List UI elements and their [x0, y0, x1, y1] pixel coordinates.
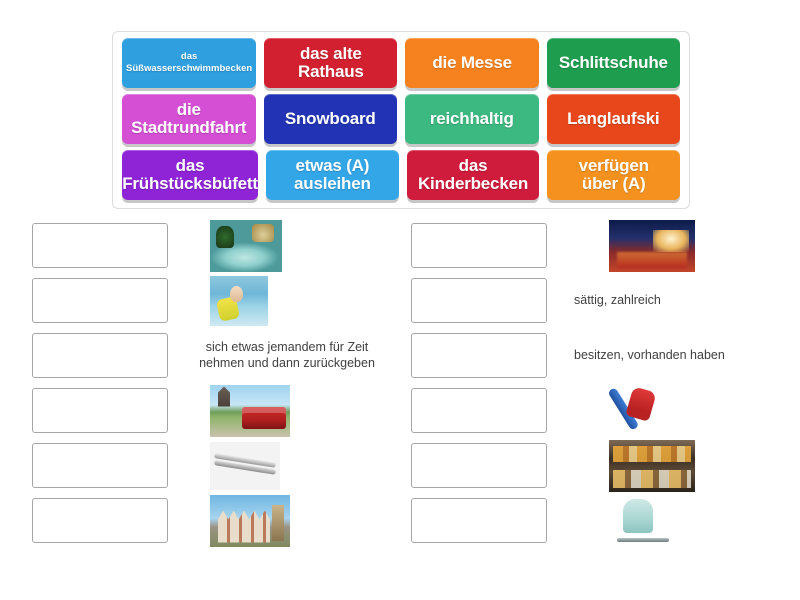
word-tile[interactable]: das alte Rathaus: [264, 38, 398, 88]
word-bank-row: das Süßwasserschwimmbecken das alte Rathaus…: [118, 38, 684, 90]
answer-row: [400, 218, 800, 273]
word-tile[interactable]: reichhaltig: [405, 94, 539, 144]
word-tile[interactable]: Schlittschuhe: [546, 38, 680, 88]
sightseeing-bus-photo: [210, 384, 290, 437]
clue-cell: sich etwas jemandem für Zeit nehmen und d…: [168, 328, 400, 383]
drop-target-box[interactable]: [32, 498, 168, 543]
clue-cell: [547, 493, 800, 548]
clue-cell: besitzen, vorhanden haben: [547, 328, 800, 383]
cross-country-skis-photo: [210, 441, 280, 490]
ice-skate-photo: [609, 494, 679, 547]
trade-fair-at-night-photo: [609, 219, 695, 272]
answer-row: [400, 493, 800, 548]
clue-cell: [168, 273, 400, 328]
drop-target-box[interactable]: [411, 278, 547, 323]
answer-column-left: sich etwas jemandem für Zeit nehmen und d…: [0, 218, 400, 568]
answer-row: besitzen, vorhanden haben: [400, 328, 800, 383]
word-tile[interactable]: die Stadtrundfahrt: [122, 94, 256, 144]
clue-text: sättig, zahlreich: [574, 292, 661, 307]
clue-cell: [168, 438, 400, 493]
clue-text: besitzen, vorhanden haben: [574, 347, 725, 362]
word-tile[interactable]: Langlaufski: [546, 94, 680, 144]
clue-cell: [547, 382, 800, 439]
answer-row: [0, 493, 400, 548]
drop-target-box[interactable]: [411, 223, 547, 268]
word-tile[interactable]: das Süßwasserschwimmbecken: [122, 38, 257, 88]
answer-row: sättig, zahlreich: [400, 273, 800, 328]
word-tile[interactable]: das Frühstücksbüfett: [122, 150, 258, 200]
clue-cell: [168, 218, 400, 273]
answer-row: [400, 438, 800, 493]
answer-row: [0, 218, 400, 273]
answer-row: [0, 438, 400, 493]
drop-target-box[interactable]: [32, 278, 168, 323]
clue-text: sich etwas jemandem für Zeit nehmen und d…: [199, 339, 375, 370]
word-bank-row: das Frühstücksbüfett etwas (A) ausleihen das…: [118, 150, 684, 202]
clue-cell: [168, 493, 400, 548]
clue-cell: sättig, zahlreich: [547, 273, 800, 328]
snowboarder-photo: [609, 382, 675, 439]
drop-target-box[interactable]: [411, 498, 547, 543]
drop-target-box[interactable]: [411, 388, 547, 433]
answer-row: [0, 383, 400, 438]
drop-target-box[interactable]: [32, 443, 168, 488]
drop-target-box[interactable]: [411, 443, 547, 488]
clue-cell: [547, 438, 800, 493]
answer-column-right: sättig, zahlreich besitzen, vorhanden hab…: [400, 218, 800, 568]
word-bank-panel: das Süßwasserschwimmbecken das alte Rathaus…: [112, 31, 690, 209]
answer-row: [0, 273, 400, 328]
word-tile[interactable]: das Kinderbecken: [406, 150, 540, 200]
breakfast-buffet-photo: [609, 439, 695, 492]
childrens-paddling-pool-photo: [210, 275, 268, 326]
answer-area: sich etwas jemandem für Zeit nehmen und d…: [0, 218, 800, 568]
drop-target-box[interactable]: [411, 333, 547, 378]
answer-row: [400, 382, 800, 439]
old-town-hall-photo: [210, 494, 290, 547]
word-tile[interactable]: verfügen über (A): [547, 150, 681, 200]
word-tile[interactable]: etwas (A) ausleihen: [266, 150, 399, 200]
drop-target-box[interactable]: [32, 333, 168, 378]
drop-target-box[interactable]: [32, 223, 168, 268]
word-tile[interactable]: Snowboard: [263, 94, 397, 144]
indoor-pool-photo: [210, 219, 282, 272]
word-tile[interactable]: die Messe: [405, 38, 539, 88]
clue-cell: [168, 383, 400, 438]
word-bank-row: die Stadtrundfahrt Snowboard reichhaltig Lan…: [118, 94, 684, 146]
clue-cell: [547, 218, 800, 273]
drop-target-box[interactable]: [32, 388, 168, 433]
answer-row: sich etwas jemandem für Zeit nehmen und d…: [0, 328, 400, 383]
